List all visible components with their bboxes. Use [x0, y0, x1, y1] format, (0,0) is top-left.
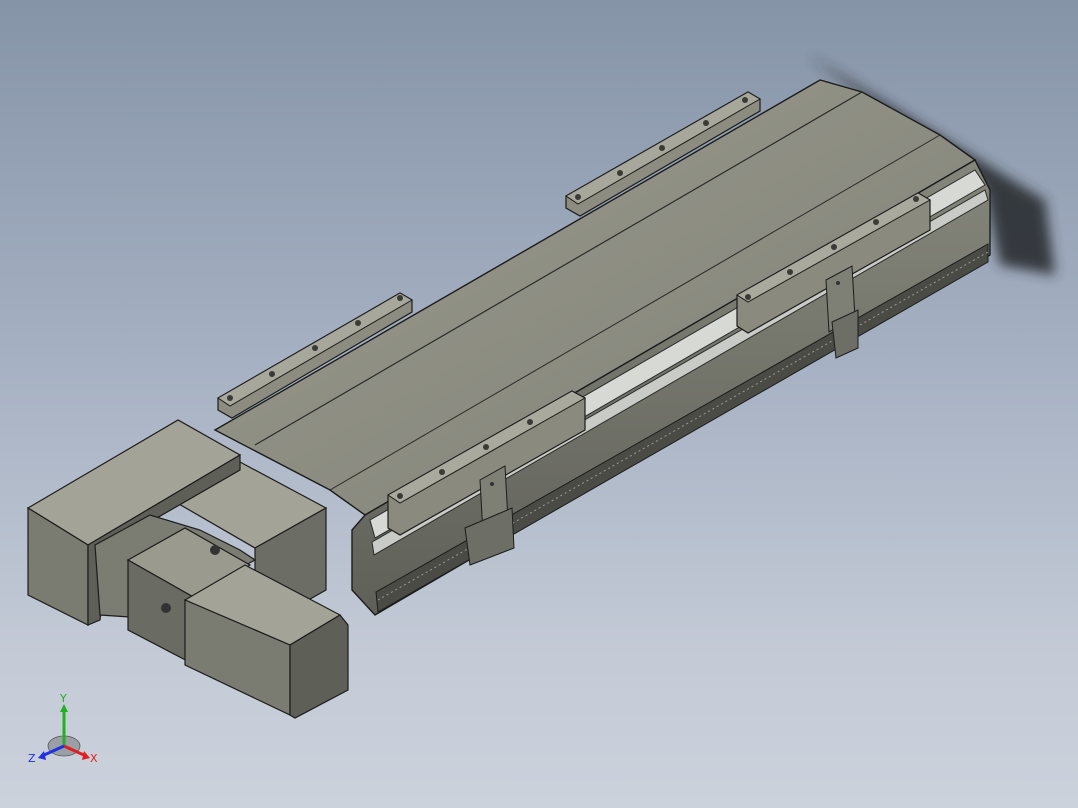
y-axis-label: Y: [59, 692, 67, 705]
z-axis-arrowhead: [38, 751, 46, 760]
orientation-triad[interactable]: Y X Z: [22, 690, 106, 774]
flange-bolt-hole: [161, 603, 171, 613]
linear-actuator-model[interactable]: [0, 0, 1078, 808]
flange-bolt-hole: [210, 545, 220, 555]
cad-viewport[interactable]: Y X Z: [0, 0, 1078, 808]
z-axis-label: Z: [28, 752, 36, 765]
y-axis-arrowhead: [60, 704, 68, 712]
x-axis-label: X: [90, 752, 98, 765]
x-axis-arrowhead: [82, 751, 90, 760]
